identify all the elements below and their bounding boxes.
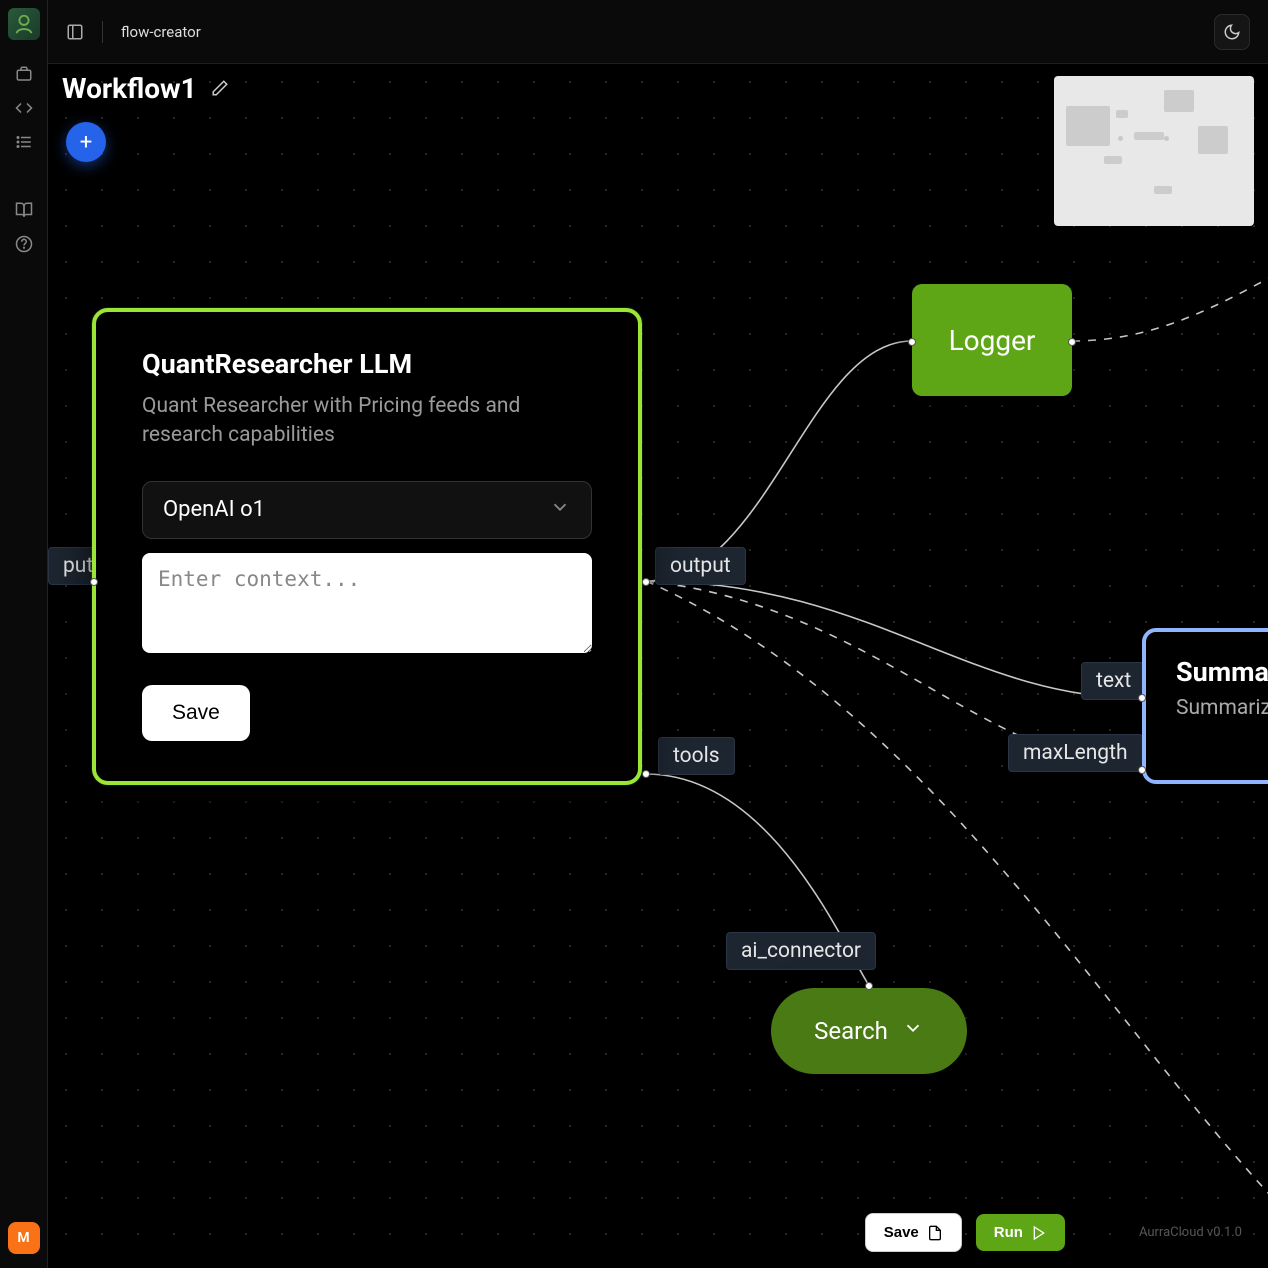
- context-input[interactable]: [142, 553, 592, 653]
- chevron-down-icon: [549, 496, 571, 524]
- search-title: Search: [814, 1017, 888, 1045]
- port-tools-label: tools: [658, 737, 735, 775]
- chevron-down-icon: [902, 1017, 924, 1045]
- model-select[interactable]: OpenAI o1: [142, 481, 592, 539]
- node-logger[interactable]: Logger: [912, 284, 1072, 396]
- summarize-title: Summari: [1176, 656, 1268, 688]
- briefcase-icon[interactable]: [14, 64, 34, 84]
- edit-icon[interactable]: [211, 79, 231, 99]
- port-maxlength-label: maxLength: [1008, 734, 1143, 772]
- node-title: QuantResearcher LLM: [142, 348, 592, 380]
- minimap[interactable]: [1054, 76, 1254, 226]
- summarize-description: Summarize: [1176, 696, 1268, 720]
- app-logo[interactable]: [8, 8, 40, 40]
- logger-title: Logger: [949, 324, 1036, 357]
- port-tools[interactable]: [642, 770, 650, 778]
- port-ai-connector[interactable]: [865, 982, 873, 990]
- port-output[interactable]: [642, 578, 650, 586]
- port-text[interactable]: [1138, 694, 1146, 702]
- port-logger-in[interactable]: [908, 338, 916, 346]
- file-icon: [927, 1225, 943, 1241]
- left-rail: M: [0, 0, 48, 1268]
- node-summarize[interactable]: Summari Summarize: [1142, 628, 1268, 784]
- workflow-title: Workflow1: [62, 72, 197, 105]
- save-button[interactable]: Save: [865, 1213, 962, 1252]
- version-label: AurraCloud v0.1.0: [1139, 1225, 1242, 1240]
- bottom-bar: Save Run AurraCloud v0.1.0: [48, 1197, 1268, 1268]
- node-save-button[interactable]: Save: [142, 685, 250, 741]
- node-description: Quant Researcher with Pricing feeds and …: [142, 392, 592, 451]
- run-button-label: Run: [994, 1224, 1023, 1241]
- breadcrumb[interactable]: flow-creator: [121, 23, 201, 41]
- play-icon: [1031, 1225, 1047, 1241]
- port-maxlength[interactable]: [1138, 766, 1146, 774]
- port-text-label: text: [1081, 662, 1146, 700]
- port-ai-connector-label: ai_connector: [726, 932, 876, 970]
- add-node-button[interactable]: +: [66, 122, 106, 162]
- run-button[interactable]: Run: [976, 1214, 1065, 1251]
- help-icon[interactable]: [14, 234, 34, 254]
- moon-icon: [1223, 23, 1241, 41]
- port-output-label: output: [655, 547, 746, 585]
- port-input[interactable]: [90, 578, 98, 586]
- save-button-label: Save: [884, 1224, 919, 1241]
- code-icon[interactable]: [14, 98, 34, 118]
- top-bar: flow-creator: [48, 0, 1268, 64]
- user-avatar[interactable]: M: [8, 1222, 40, 1254]
- model-select-value: OpenAI o1: [163, 497, 265, 522]
- list-icon[interactable]: [14, 132, 34, 152]
- canvas[interactable]: Workflow1 + put output tools: [48, 64, 1268, 1268]
- node-search[interactable]: Search: [771, 988, 967, 1074]
- panel-toggle-icon[interactable]: [66, 23, 84, 41]
- node-quant-researcher[interactable]: QuantResearcher LLM Quant Researcher wit…: [92, 308, 642, 785]
- divider: [102, 21, 103, 43]
- port-logger-out[interactable]: [1068, 338, 1076, 346]
- theme-toggle-button[interactable]: [1214, 14, 1250, 50]
- book-icon[interactable]: [14, 200, 34, 220]
